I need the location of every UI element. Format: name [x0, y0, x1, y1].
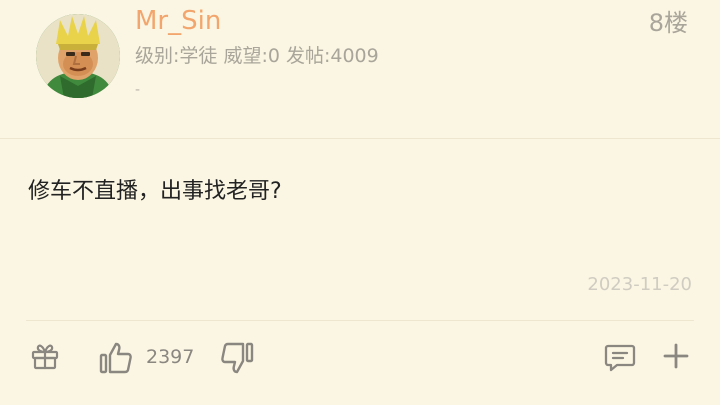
plus-icon[interactable] [660, 340, 692, 372]
username[interactable]: Mr_Sin [135, 4, 221, 38]
post-header: Mr_Sin 级别:学徒 威望:0 发帖:4009 - 8楼 [0, 0, 720, 138]
thumbs-up-icon[interactable] [98, 340, 134, 376]
action-bar: 2397 [0, 332, 720, 384]
thumbs-down-icon[interactable] [219, 340, 255, 376]
user-meta: 级别:学徒 威望:0 发帖:4009 [135, 45, 379, 67]
header-divider [0, 138, 720, 139]
gift-icon[interactable] [29, 340, 61, 372]
post-date: 2023-11-20 [587, 274, 692, 295]
avatar[interactable] [36, 14, 120, 98]
user-signature: - [135, 82, 141, 98]
like-count: 2397 [146, 346, 195, 368]
actions-divider [26, 320, 694, 321]
floor-number: 8楼 [648, 9, 688, 37]
avatar-image [36, 14, 120, 98]
comment-icon[interactable] [603, 340, 637, 374]
post-content: 修车不直播，出事找老哥? [28, 179, 282, 204]
forum-post: Mr_Sin 级别:学徒 威望:0 发帖:4009 - 8楼 修车不直播，出事找… [0, 0, 720, 405]
